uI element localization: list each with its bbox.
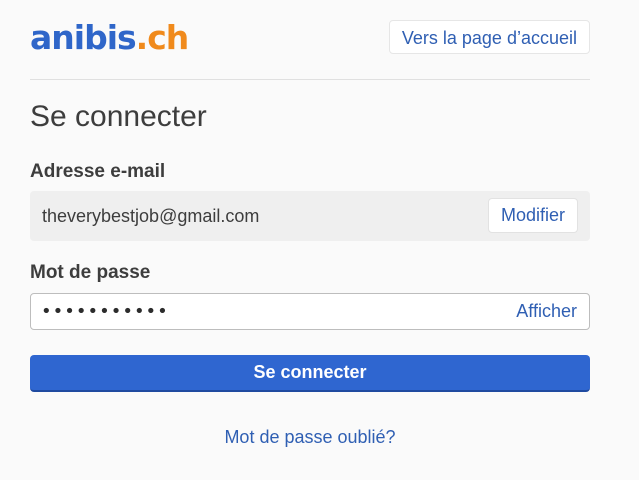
anibis-logo[interactable]: anibis.ch <box>30 18 190 57</box>
email-value: theverybestjob@gmail.com <box>42 206 260 226</box>
home-page-link[interactable]: Vers la page d’accueil <box>388 20 590 54</box>
logo-suffix-text: .ch <box>135 18 190 57</box>
forgot-password-link[interactable]: Mot de passe oublié? <box>30 425 590 449</box>
email-display: theverybestjob@gmail.com Modifier <box>30 191 590 241</box>
login-page: anibis.ch Vers la page d’accueil Se conn… <box>0 0 639 480</box>
show-password-button[interactable]: Afficher <box>516 294 577 329</box>
email-label: Adresse e-mail <box>30 161 166 182</box>
login-submit-button[interactable]: Se connecter <box>30 355 590 392</box>
password-label: Mot de passe <box>30 262 151 283</box>
logo-main-text: anibis <box>30 18 137 57</box>
header: anibis.ch Vers la page d’accueil <box>30 18 590 60</box>
password-input[interactable] <box>41 294 481 329</box>
page-title: Se connecter <box>30 100 207 133</box>
header-divider <box>30 79 590 80</box>
modify-email-button[interactable]: Modifier <box>487 198 578 233</box>
password-field[interactable]: Afficher <box>30 293 590 330</box>
